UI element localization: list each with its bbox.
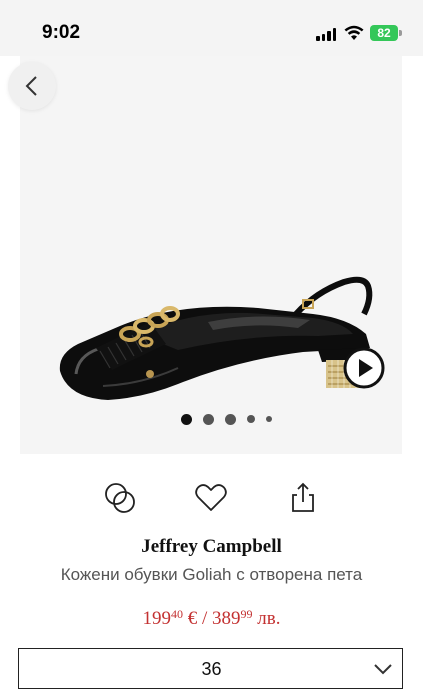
pagination-dot-active[interactable] bbox=[181, 413, 192, 425]
chevron-down-icon bbox=[373, 662, 393, 680]
status-bar: 9:02 82 bbox=[0, 0, 423, 56]
price-bgn-cents: 99 bbox=[240, 607, 253, 621]
wifi-icon bbox=[344, 25, 364, 46]
product-actions bbox=[0, 478, 423, 518]
pagination-dot[interactable] bbox=[266, 416, 272, 422]
pagination-dot[interactable] bbox=[225, 413, 236, 425]
compare-icon bbox=[100, 483, 140, 522]
share-button[interactable] bbox=[283, 478, 323, 518]
pagination-dot[interactable] bbox=[203, 413, 214, 425]
battery-indicator: 82 bbox=[370, 25, 398, 41]
product-name: Кожени обувки Goliah с отворена пета bbox=[60, 565, 363, 584]
price-bgn-suffix: лв. bbox=[252, 608, 281, 629]
size-select[interactable]: 36 bbox=[18, 648, 403, 689]
gallery-pagination bbox=[181, 412, 272, 426]
price-eur-suffix: € / bbox=[183, 608, 213, 629]
product-brand[interactable]: Jeffrey Campbell bbox=[0, 536, 423, 558]
price-eur-main: 199 bbox=[142, 608, 172, 629]
size-select-value: 36 bbox=[201, 659, 222, 679]
battery-cap bbox=[399, 30, 402, 36]
heart-icon bbox=[191, 484, 231, 522]
status-time: 9:02 bbox=[42, 22, 81, 43]
price-eur-cents: 40 bbox=[171, 607, 183, 621]
pagination-dot[interactable] bbox=[247, 415, 255, 423]
price-bgn-main: 389 bbox=[212, 608, 241, 629]
play-video-button[interactable] bbox=[343, 347, 385, 389]
product-price: 19940 € / 38999 лв. bbox=[0, 607, 423, 630]
product-image-gallery[interactable] bbox=[20, 56, 402, 454]
back-button[interactable] bbox=[8, 62, 56, 110]
share-icon bbox=[283, 482, 323, 522]
compare-button[interactable] bbox=[100, 478, 140, 518]
signal-icon bbox=[316, 28, 338, 41]
product-image[interactable] bbox=[48, 256, 393, 421]
wishlist-button[interactable] bbox=[191, 478, 231, 518]
play-icon bbox=[343, 347, 385, 393]
